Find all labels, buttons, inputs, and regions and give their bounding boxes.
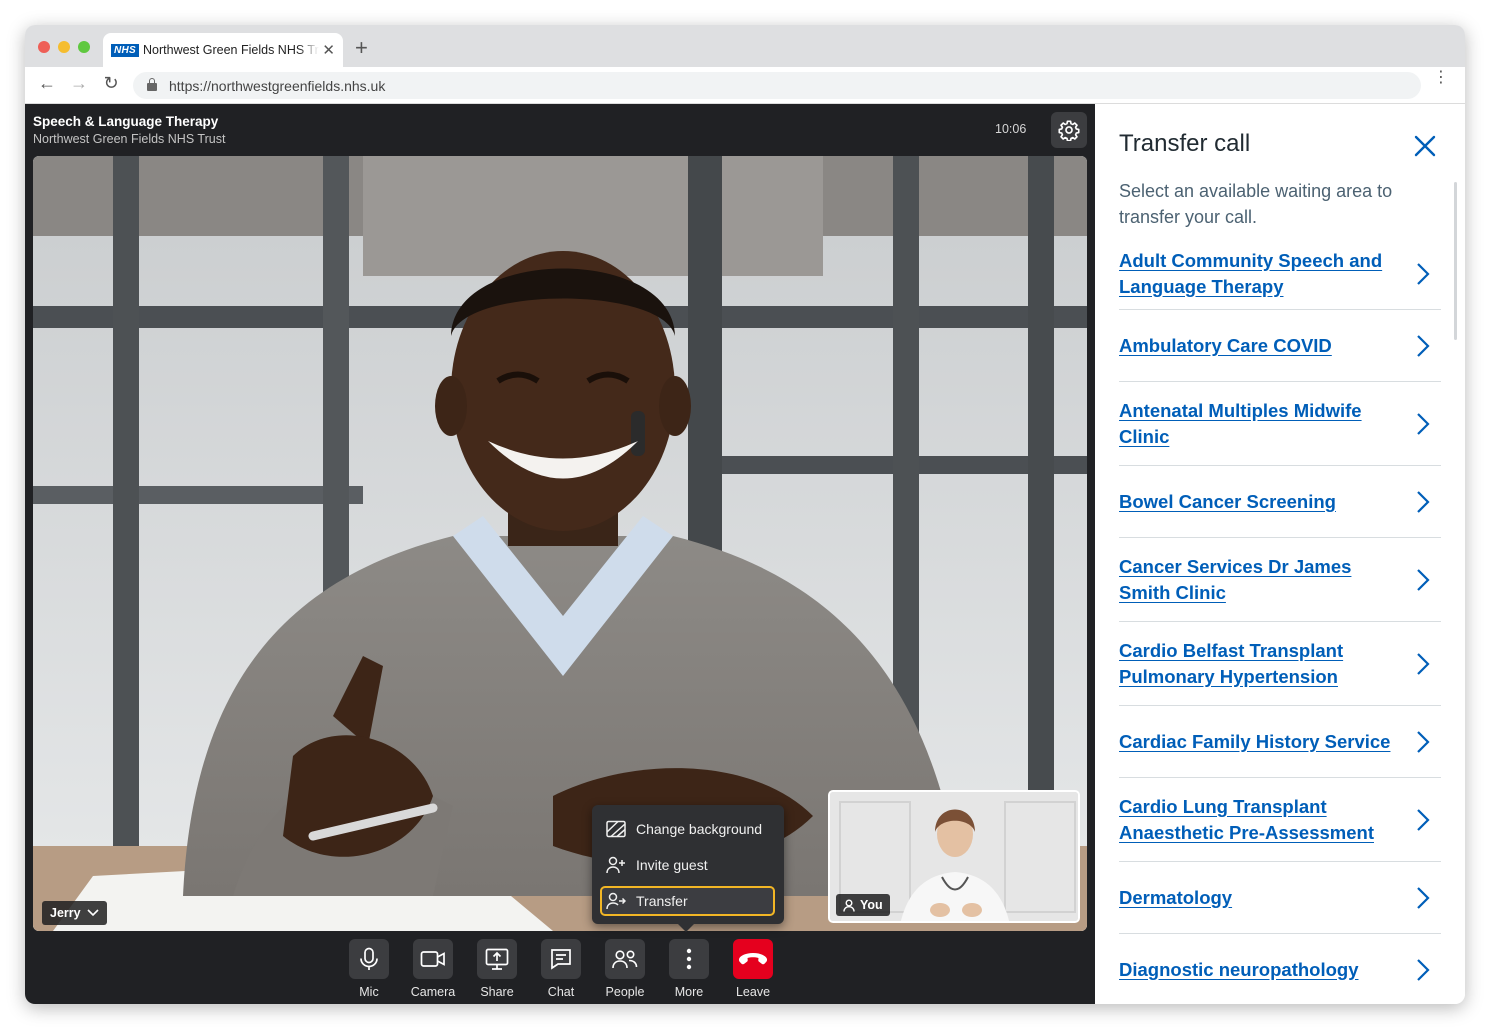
more-label: More [674, 985, 704, 999]
browser-window: NHS Northwest Green Fields NHS Trust ✕ +… [25, 25, 1465, 1004]
panel-title: Transfer call [1119, 130, 1251, 157]
waiting-area-link[interactable]: Cardio Lung Transplant Anaesthetic Pre-A… [1119, 794, 1401, 846]
background-icon [606, 820, 626, 838]
back-button[interactable]: ← [35, 73, 59, 94]
chevron-right-icon [1417, 958, 1430, 981]
address-bar[interactable]: https://northwestgreenfields.nhs.uk [133, 72, 1421, 99]
self-view[interactable]: You [828, 790, 1080, 923]
organisation-name: Northwest Green Fields NHS Trust [33, 132, 226, 146]
transfer-menu-item[interactable]: Transfer [600, 886, 775, 916]
url-text: https://northwestgreenfields.nhs.uk [169, 77, 386, 94]
waiting-area-item[interactable]: Cardio Belfast Transplant Pulmonary Hype… [1119, 622, 1441, 706]
window-minimize-dot[interactable] [58, 41, 70, 53]
waiting-area-link[interactable]: Cardio Belfast Transplant Pulmonary Hype… [1119, 638, 1401, 690]
forward-button[interactable]: → [67, 73, 91, 94]
panel-intro: Select an available waiting area to tran… [1119, 181, 1393, 227]
waiting-area-item[interactable]: Adult Community Speech and Language Ther… [1119, 238, 1441, 310]
panel-scrollbar[interactable] [1454, 182, 1457, 340]
browser-tab[interactable]: NHS Northwest Green Fields NHS Trust ✕ [103, 33, 343, 67]
waiting-area-item[interactable]: Dermatology [1119, 862, 1441, 934]
self-label: You [860, 898, 883, 912]
waiting-area-link[interactable]: Bowel Cancer Screening [1119, 489, 1401, 515]
browser-menu-button[interactable]: ⋮ [1433, 70, 1449, 86]
chevron-right-icon [1417, 412, 1430, 435]
remote-video: Jerry You [33, 156, 1087, 931]
transfer-label: Transfer [636, 893, 688, 909]
chevron-right-icon [1417, 334, 1430, 357]
mic-button[interactable]: Mic [347, 939, 391, 999]
more-icon [686, 948, 692, 970]
waiting-area-link[interactable]: Cancer Services Dr James Smith Clinic [1119, 554, 1401, 606]
settings-button[interactable] [1051, 112, 1087, 148]
camera-icon [420, 951, 445, 967]
waiting-area-item[interactable]: Diagnostic neuropathology [1119, 934, 1441, 1004]
waiting-area-link[interactable]: Cardiac Family History Service [1119, 729, 1401, 755]
waiting-area-item[interactable]: Cardio Lung Transplant Anaesthetic Pre-A… [1119, 778, 1441, 862]
reload-button[interactable]: ↻ [99, 73, 123, 94]
waiting-area-list: Adult Community Speech and Language Ther… [1119, 238, 1441, 1004]
waiting-area-link[interactable]: Antenatal Multiples Midwife Clinic [1119, 398, 1401, 450]
people-label: People [605, 985, 645, 999]
waiting-area-link[interactable]: Diagnostic neuropathology [1119, 957, 1401, 983]
share-screen-icon [485, 948, 509, 970]
people-icon [612, 950, 638, 969]
participant-name: Jerry [50, 906, 81, 920]
waiting-area-link[interactable]: Dermatology [1119, 885, 1401, 911]
chevron-right-icon [1417, 808, 1430, 831]
leave-label: Leave [735, 985, 771, 999]
window-maximize-dot[interactable] [78, 41, 90, 53]
tab-close-icon[interactable]: ✕ [322, 41, 335, 59]
waiting-area-item[interactable]: Cardiac Family History Service [1119, 706, 1441, 778]
people-button[interactable]: People [603, 939, 647, 999]
transfer-call-panel: Transfer call Select an available waitin… [1095, 104, 1465, 1004]
mic-icon [360, 947, 378, 970]
chevron-right-icon [1417, 886, 1430, 909]
video-call-area: Speech & Language Therapy Northwest Gree… [25, 104, 1095, 1004]
share-label: Share [480, 985, 514, 999]
tab-strip: NHS Northwest Green Fields NHS Trust ✕ + [25, 25, 1465, 67]
add-person-icon [606, 856, 625, 874]
mic-label: Mic [359, 985, 379, 999]
change-background-menu-item[interactable]: Change background [600, 814, 775, 844]
transfer-person-icon [606, 892, 626, 910]
lock-icon [147, 78, 157, 91]
participant-name-tag[interactable]: Jerry [42, 901, 107, 925]
more-menu: Change background Invite guest Transfer [592, 805, 784, 932]
share-button[interactable]: Share [475, 939, 519, 999]
waiting-area-link[interactable]: Adult Community Speech and Language Ther… [1119, 248, 1401, 300]
chevron-right-icon [1417, 490, 1430, 513]
invite-guest-label: Invite guest [636, 857, 708, 873]
waiting-area-item[interactable]: Ambulatory Care COVID [1119, 310, 1441, 382]
chat-button[interactable]: Chat [539, 939, 583, 999]
browser-toolbar: ← → ↻ https://northwestgreenfields.nhs.u… [25, 67, 1465, 104]
self-view-tag: You [836, 894, 890, 916]
window-close-dot[interactable] [38, 41, 50, 53]
new-tab-button[interactable]: + [355, 35, 368, 61]
chevron-right-icon [1417, 652, 1430, 675]
camera-label: Camera [410, 985, 456, 999]
waiting-area-item[interactable]: Bowel Cancer Screening [1119, 466, 1441, 538]
waiting-area-link[interactable]: Ambulatory Care COVID [1119, 333, 1401, 359]
chevron-down-icon [87, 909, 99, 917]
close-icon[interactable] [1411, 132, 1439, 160]
chevron-right-icon [1417, 568, 1430, 591]
person-icon [843, 899, 855, 912]
hangup-icon [738, 953, 768, 965]
more-button[interactable]: More [667, 939, 711, 999]
chevron-right-icon [1417, 730, 1430, 753]
gear-icon [1058, 120, 1080, 141]
chat-icon [551, 949, 571, 970]
chevron-right-icon [1417, 262, 1430, 285]
chat-label: Chat [547, 985, 575, 999]
clinic-name: Speech & Language Therapy [33, 114, 219, 129]
call-time: 10:06 [995, 122, 1027, 136]
tab-title: Northwest Green Fields NHS Trust [143, 43, 320, 57]
waiting-area-item[interactable]: Antenatal Multiples Midwife Clinic [1119, 382, 1441, 466]
change-background-label: Change background [636, 821, 763, 837]
waiting-area-item[interactable]: Cancer Services Dr James Smith Clinic [1119, 538, 1441, 622]
camera-button[interactable]: Camera [411, 939, 455, 999]
invite-guest-menu-item[interactable]: Invite guest [600, 850, 775, 880]
leave-button[interactable]: Leave [731, 939, 775, 999]
nhs-logo-icon: NHS [111, 43, 140, 57]
